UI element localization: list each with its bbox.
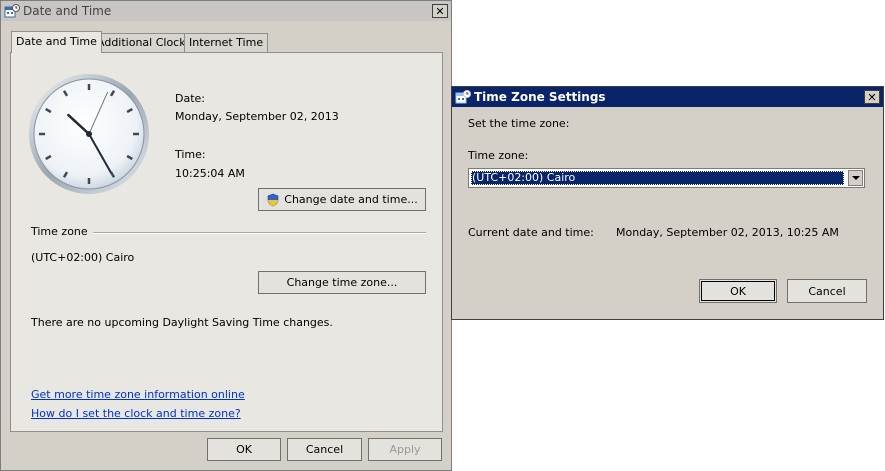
time-label: Time: [175, 148, 206, 161]
timezone-divider [93, 232, 426, 234]
dst-message: There are no upcoming Daylight Saving Ti… [31, 316, 333, 329]
timezone-select[interactable]: (UTC+02:00) Cairo [468, 168, 865, 188]
timezone-select-value: (UTC+02:00) Cairo [471, 171, 844, 185]
date-time-titlebar[interactable]: Date and Time ✕ [1, 1, 451, 21]
uac-shield-icon [267, 193, 279, 206]
chevron-down-icon [851, 176, 860, 180]
change-date-time-label: Change date and time... [284, 193, 418, 206]
tab-internet-time[interactable]: Internet Time [184, 33, 269, 52]
current-datetime-value: Monday, September 02, 2013, 10:25 AM [616, 226, 839, 239]
close-button[interactable]: ✕ [864, 90, 880, 104]
date-label: Date: [175, 92, 205, 105]
ok-button[interactable]: OK [207, 438, 281, 461]
window-title: Date and Time [23, 4, 112, 18]
tz-ok-label: OK [730, 284, 746, 298]
close-icon: ✕ [435, 4, 445, 18]
current-datetime-label: Current date and time: [468, 226, 594, 239]
tz-cancel-label: Cancel [808, 284, 846, 298]
timezone-value: (UTC+02:00) Cairo [31, 251, 135, 264]
close-button[interactable]: ✕ [432, 4, 448, 18]
tz-ok-button[interactable]: OK [699, 279, 777, 303]
date-time-window: Date and Time ✕ Date and Time Additional… [0, 0, 452, 471]
time-value: 10:25:04 AM [175, 167, 245, 180]
apply-label: Apply [389, 443, 421, 456]
time-zone-titlebar[interactable]: Time Zone Settings ✕ [452, 87, 883, 107]
change-timezone-label: Change time zone... [286, 276, 398, 289]
ok-label: OK [236, 443, 252, 456]
change-date-time-button[interactable]: Change date and time... [258, 188, 426, 211]
tz-timezone-label: Time zone: [468, 149, 529, 162]
cancel-label: Cancel [305, 443, 344, 456]
dropdown-button[interactable] [848, 170, 863, 186]
tab-date-and-time[interactable]: Date and Time [11, 31, 102, 53]
date-value: Monday, September 02, 2013 [175, 110, 339, 123]
tab-additional-clocks[interactable]: Additional Clocks [92, 33, 197, 52]
calendar-clock-icon [455, 90, 471, 104]
analog-clock [29, 74, 149, 194]
timezone-heading: Time zone [31, 225, 88, 238]
change-timezone-button[interactable]: Change time zone... [258, 271, 426, 294]
more-info-link[interactable]: Get more time zone information online [31, 388, 245, 401]
tz-cancel-button[interactable]: Cancel [787, 279, 867, 303]
window-title: Time Zone Settings [474, 90, 606, 104]
close-icon: ✕ [867, 90, 877, 104]
tz-instruction: Set the time zone: [468, 117, 570, 130]
cancel-button[interactable]: Cancel [287, 438, 362, 461]
calendar-clock-icon [4, 4, 20, 18]
how-set-clock-link[interactable]: How do I set the clock and time zone? [31, 407, 241, 420]
apply-button[interactable]: Apply [368, 438, 442, 461]
